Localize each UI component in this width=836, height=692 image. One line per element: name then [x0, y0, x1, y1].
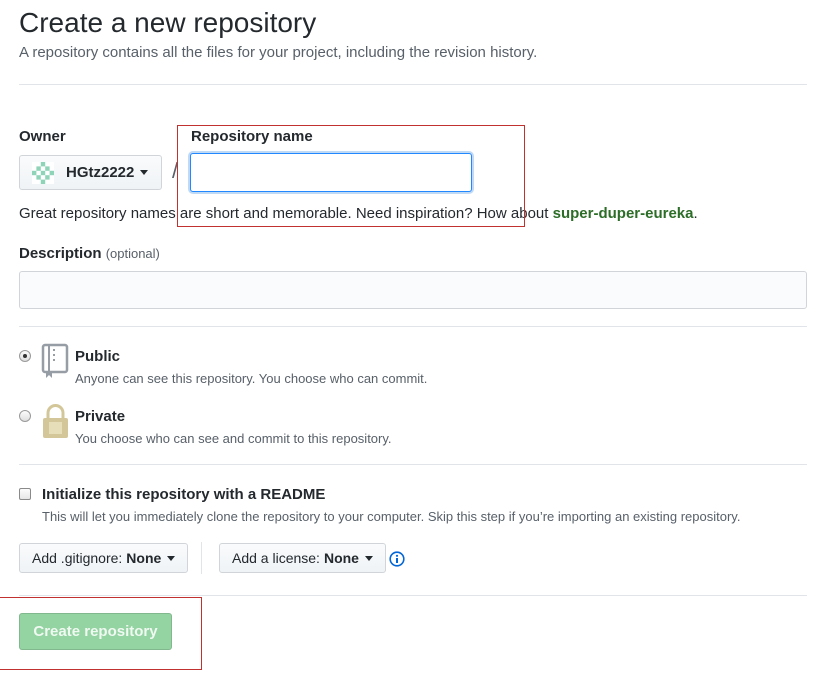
description-label: Description (optional) [19, 245, 160, 262]
caret-down-icon [167, 555, 176, 561]
description-label-text: Description [19, 245, 102, 262]
owner-repo-separator: / [172, 158, 179, 183]
caret-down-icon [140, 170, 149, 175]
divider [19, 595, 807, 596]
repo-name-label: Repository name [191, 128, 313, 145]
create-repository-button[interactable]: Create repository [19, 613, 172, 650]
hint-text: Great repository names are short and mem… [19, 205, 553, 222]
info-icon[interactable] [389, 551, 405, 567]
gitignore-select-button[interactable]: Add .gitignore: None [19, 543, 189, 573]
page-title: Create a new repository [19, 7, 317, 38]
identicon-avatar-icon [32, 161, 54, 184]
private-radio[interactable] [19, 410, 31, 422]
private-option-title: Private [75, 408, 126, 425]
page-subtitle: A repository contains all the files for … [19, 44, 538, 61]
optional-label: (optional) [105, 246, 160, 261]
license-label: Add a license: [232, 550, 320, 566]
init-readme-description: This will let you immediately clone the … [42, 509, 741, 524]
caret-down-icon [364, 555, 373, 561]
public-radio[interactable] [19, 350, 31, 362]
repo-book-icon [41, 343, 69, 378]
divider [19, 84, 807, 85]
owner-label: Owner [19, 128, 66, 145]
divider [19, 464, 807, 465]
license-value: None [323, 550, 359, 566]
private-option-description: You choose who can see and commit to thi… [75, 431, 392, 446]
gitignore-label: Add .gitignore: [32, 550, 123, 566]
license-select-button[interactable]: Add a license: None [219, 543, 386, 573]
owner-select-button[interactable]: HGtz2222 [19, 155, 162, 190]
owner-name: HGtz2222 [66, 164, 135, 181]
hint-suffix: . [693, 205, 698, 222]
public-option-title: Public [75, 348, 121, 365]
lock-icon [43, 404, 68, 438]
init-readme-checkbox[interactable] [19, 488, 31, 500]
repo-name-hint: Great repository names are short and mem… [19, 205, 698, 222]
init-readme-title: Initialize this repository with a README [42, 486, 326, 503]
repo-name-input[interactable] [190, 153, 472, 192]
description-input[interactable] [19, 271, 807, 309]
divider [19, 326, 807, 327]
name-suggestion-link[interactable]: super-duper-eureka [553, 205, 694, 222]
public-option-description: Anyone can see this repository. You choo… [75, 371, 428, 386]
vertical-divider [201, 542, 202, 574]
gitignore-value: None [126, 550, 162, 566]
